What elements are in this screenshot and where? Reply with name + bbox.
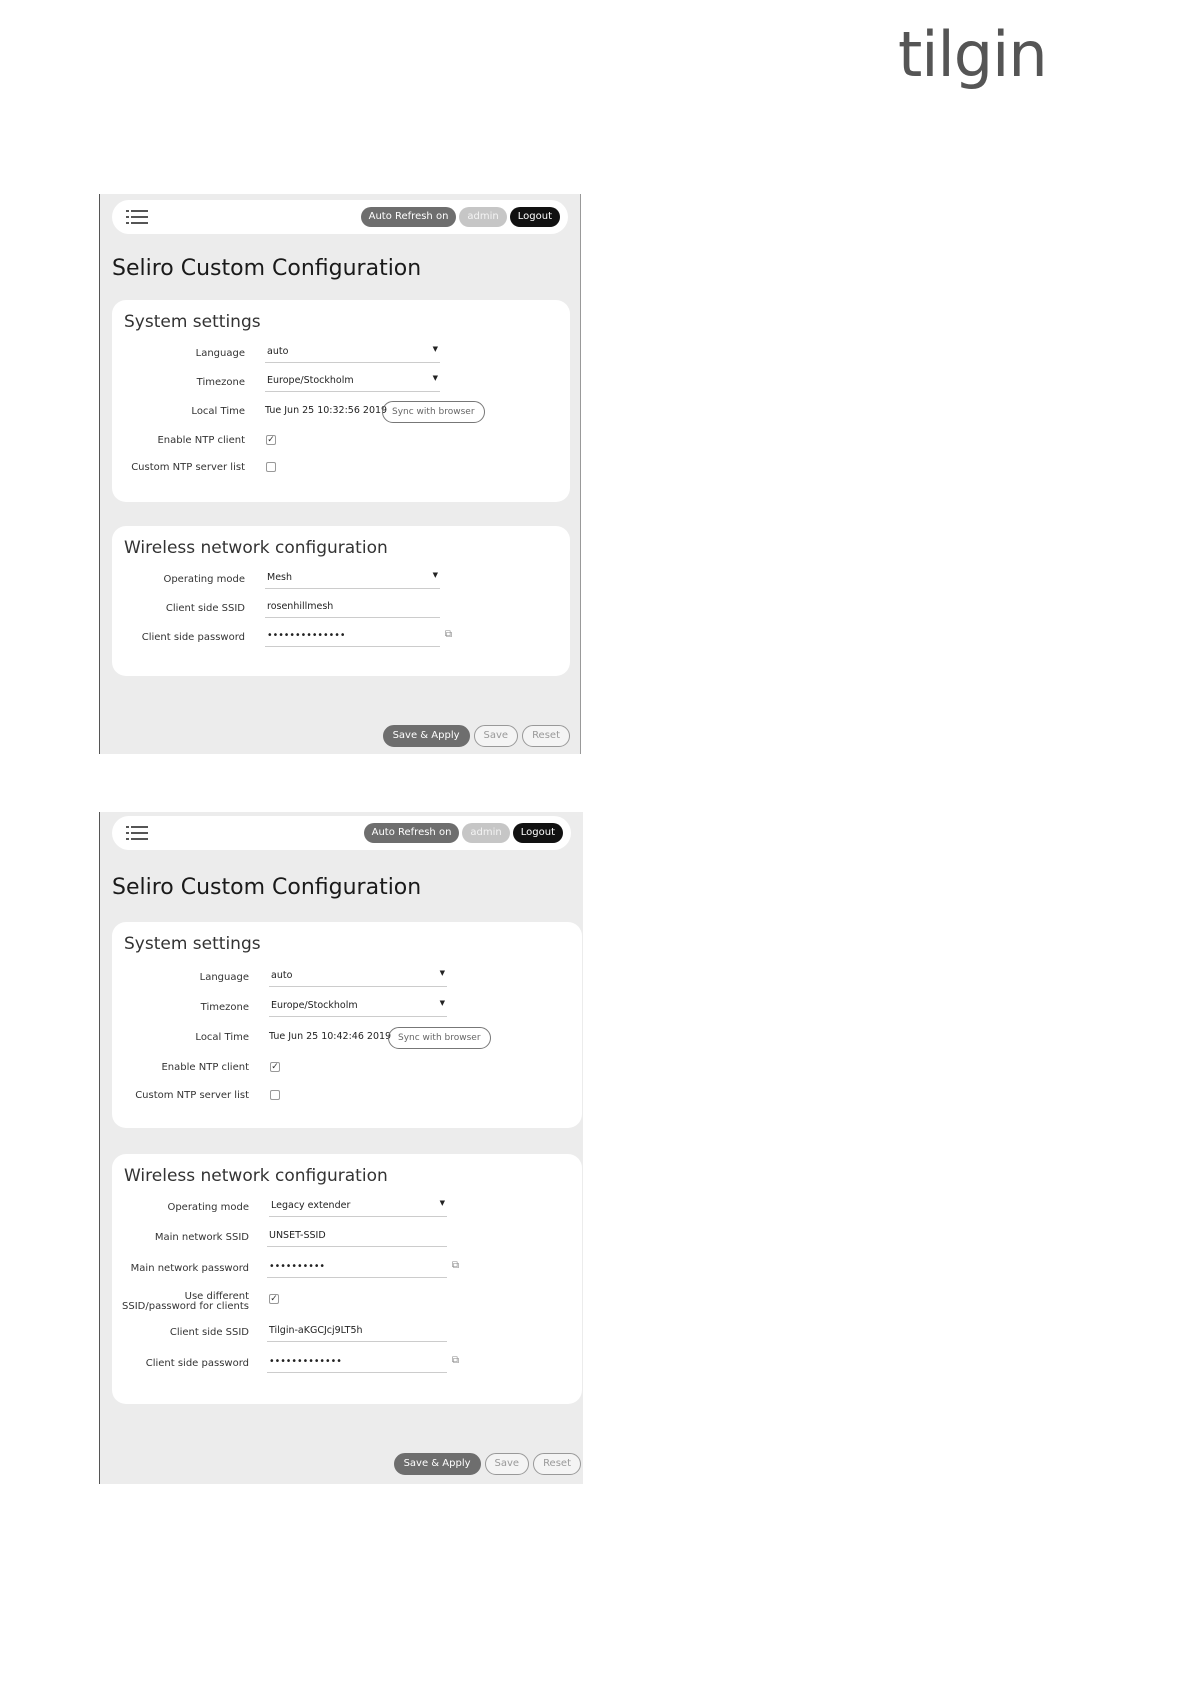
timezone-select[interactable]: Europe/Stockholm ▼ (269, 997, 447, 1017)
client-ssid-label: Client side SSID (165, 603, 245, 614)
chevron-down-icon: ▼ (439, 1199, 445, 1207)
main-ssid-label: Main network SSID (154, 1232, 249, 1243)
top-bar: Auto Refresh on admin Logout (112, 200, 568, 234)
operating-mode-label: Operating mode (163, 574, 245, 585)
page-title: Seliro Custom Configuration (112, 256, 422, 281)
language-select[interactable]: auto ▼ (269, 967, 447, 987)
main-password-input[interactable]: •••••••••• ⧉ (267, 1258, 459, 1278)
use-different-ssid-checkbox[interactable]: ✓ (269, 1294, 279, 1304)
auto-refresh-button[interactable]: Auto Refresh on (360, 207, 457, 227)
logout-button[interactable]: Logout (512, 823, 563, 843)
auto-refresh-button[interactable]: Auto Refresh on (363, 823, 460, 843)
menu-icon[interactable] (126, 825, 148, 841)
reset-button[interactable]: Reset (533, 1453, 581, 1475)
client-password-label: Client side password (145, 1358, 249, 1369)
wireless-config-card: Wireless network configuration Operating… (112, 526, 570, 676)
client-password-input[interactable]: ••••••••••••• ⧉ (267, 1353, 459, 1373)
timezone-select[interactable]: Europe/Stockholm ▼ (265, 372, 440, 392)
ntp-server-list-checkbox[interactable] (270, 1090, 280, 1100)
save-button[interactable]: Save (484, 1453, 530, 1475)
save-apply-button[interactable]: Save & Apply (393, 1453, 481, 1475)
client-ssid-label: Client side SSID (169, 1327, 249, 1338)
svg-text:tilgin: tilgin (898, 26, 1047, 91)
sync-with-browser-button[interactable]: Sync with browser (388, 1027, 491, 1049)
local-time-value: Tue Jun 25 10:32:56 2019 (265, 405, 388, 416)
client-ssid-input[interactable]: Tilgin-aKGCJcj9LT5h (267, 1322, 447, 1342)
timezone-label: Timezone (196, 377, 245, 388)
chevron-down-icon: ▼ (432, 345, 438, 353)
timezone-label: Timezone (200, 1002, 249, 1013)
user-badge: admin (459, 207, 507, 227)
client-password-label: Client side password (141, 632, 245, 643)
wireless-config-heading: Wireless network configuration (124, 538, 388, 558)
logout-button[interactable]: Logout (509, 207, 560, 227)
language-label: Language (199, 972, 249, 983)
show-password-icon[interactable]: ⧉ (445, 629, 452, 640)
ntp-client-checkbox[interactable]: ✓ (270, 1062, 280, 1072)
chevron-down-icon: ▼ (439, 999, 445, 1007)
client-ssid-input[interactable]: rosenhillmesh (265, 598, 440, 618)
system-settings-heading: System settings (124, 312, 261, 332)
operating-mode-label: Operating mode (167, 1202, 249, 1213)
system-settings-card: System settings Language auto ▼ Timezone … (112, 922, 582, 1128)
page-title: Seliro Custom Configuration (112, 875, 422, 900)
ntp-server-list-label: Custom NTP server list (131, 462, 245, 473)
save-button[interactable]: Save (473, 725, 519, 747)
chevron-down-icon: ▼ (432, 571, 438, 579)
ntp-client-label: Enable NTP client (157, 435, 245, 446)
top-bar: Auto Refresh on admin Logout (112, 816, 571, 850)
save-apply-button[interactable]: Save & Apply (382, 725, 470, 747)
screenshot-mesh: Auto Refresh on admin Logout Seliro Cust… (99, 194, 581, 754)
show-password-icon[interactable]: ⧉ (452, 1355, 459, 1366)
local-time-label: Local Time (195, 1032, 249, 1043)
tilgin-logo: tilgin (898, 26, 1048, 91)
wireless-config-card: Wireless network configuration Operating… (112, 1154, 582, 1404)
language-label: Language (195, 348, 245, 359)
ntp-server-list-label: Custom NTP server list (135, 1090, 249, 1101)
ntp-client-label: Enable NTP client (161, 1062, 249, 1073)
reset-button[interactable]: Reset (522, 725, 570, 747)
chevron-down-icon: ▼ (432, 374, 438, 382)
main-password-label: Main network password (130, 1263, 249, 1274)
ntp-client-checkbox[interactable]: ✓ (266, 435, 276, 445)
system-settings-heading: System settings (124, 934, 261, 954)
use-different-ssid-label: Use different SSID/password for clients (122, 1291, 249, 1312)
language-select[interactable]: auto ▼ (265, 343, 440, 363)
user-badge: admin (462, 823, 510, 843)
chevron-down-icon: ▼ (439, 969, 445, 977)
operating-mode-select[interactable]: Legacy extender ▼ (269, 1197, 447, 1217)
ntp-server-list-checkbox[interactable] (266, 462, 276, 472)
main-ssid-input[interactable]: UNSET-SSID (267, 1227, 447, 1247)
client-password-input[interactable]: •••••••••••••• ⧉ (265, 627, 452, 647)
sync-with-browser-button[interactable]: Sync with browser (382, 401, 485, 423)
system-settings-card: System settings Language auto ▼ Timezone … (112, 300, 570, 502)
operating-mode-select[interactable]: Mesh ▼ (265, 569, 440, 589)
local-time-value: Tue Jun 25 10:42:46 2019 (269, 1031, 392, 1042)
menu-icon[interactable] (126, 209, 148, 225)
show-password-icon[interactable]: ⧉ (452, 1260, 459, 1271)
local-time-label: Local Time (191, 406, 245, 417)
screenshot-legacy-extender: Auto Refresh on admin Logout Seliro Cust… (99, 812, 583, 1484)
wireless-config-heading: Wireless network configuration (124, 1166, 388, 1186)
